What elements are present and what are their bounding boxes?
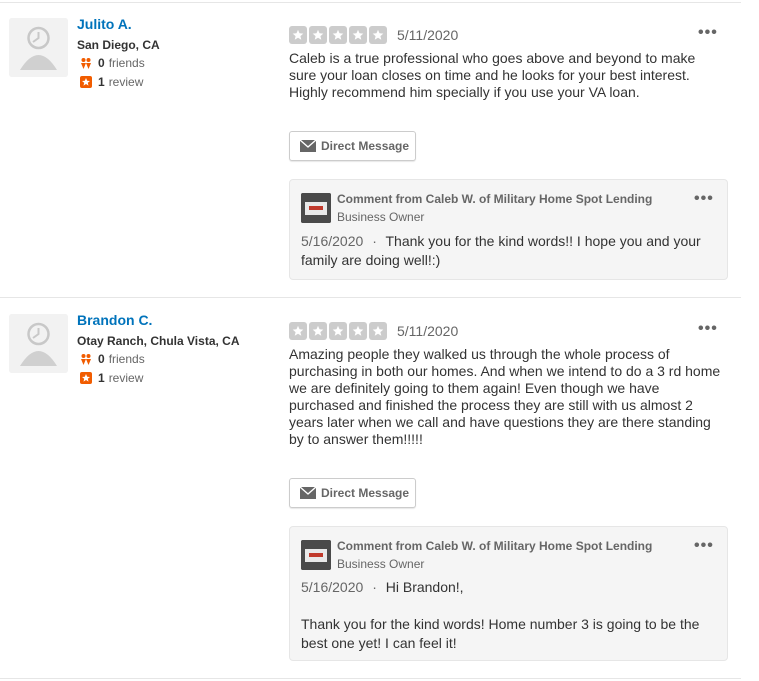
star-icon	[329, 322, 347, 340]
business-owner-avatar[interactable]	[301, 540, 331, 570]
user-name-link[interactable]: Julito A.	[77, 16, 132, 32]
review-star-icon	[79, 371, 93, 385]
mail-icon	[300, 487, 316, 499]
friends-count: 0 friends	[79, 352, 145, 366]
user-location: San Diego, CA	[77, 38, 160, 52]
star-icon	[309, 322, 327, 340]
default-avatar-icon	[9, 314, 68, 373]
business-owner-avatar[interactable]	[301, 193, 331, 223]
review-text: Amazing people they walked us through th…	[289, 346, 721, 447]
star-rating	[289, 26, 389, 44]
friends-icon	[79, 56, 93, 70]
reviews-count: 1 review	[79, 75, 143, 89]
comment-body-paragraph: Thank you for the kind words! Home numbe…	[301, 616, 700, 651]
review-text: Caleb is a true professional who goes ab…	[289, 50, 696, 100]
user-avatar[interactable]	[9, 18, 68, 77]
star-icon	[309, 26, 327, 44]
user-name-link[interactable]: Brandon C.	[77, 312, 152, 328]
friends-icon	[79, 352, 93, 366]
comment-title: Comment from Caleb W. of Military Home S…	[337, 539, 653, 553]
default-avatar-icon	[9, 18, 68, 77]
divider	[0, 2, 741, 3]
star-icon	[289, 322, 307, 340]
friends-count: 0 friends	[79, 56, 145, 70]
reviews-count: 1 review	[79, 371, 143, 385]
comment-title: Comment from Caleb W. of Military Home S…	[337, 192, 653, 206]
comment-role: Business Owner	[337, 210, 425, 224]
review-star-icon	[79, 75, 93, 89]
divider	[0, 297, 741, 298]
owner-comment: Comment from Caleb W. of Military Home S…	[289, 179, 728, 280]
comment-body: 5/16/2020 · Thank you for the kind words…	[301, 233, 701, 268]
owner-comment: Comment from Caleb W. of Military Home S…	[289, 526, 728, 661]
review-date: 5/11/2020	[397, 27, 459, 43]
divider	[0, 678, 741, 679]
comment-role: Business Owner	[337, 557, 425, 571]
star-icon	[349, 322, 367, 340]
comment-body: 5/16/2020 · Hi Brandon!,	[301, 579, 464, 595]
star-icon	[329, 26, 347, 44]
comment-more-options-icon[interactable]: •••	[694, 537, 714, 555]
mail-icon	[300, 140, 316, 152]
direct-message-button[interactable]: Direct Message	[289, 478, 416, 508]
user-avatar[interactable]	[9, 314, 68, 373]
star-icon	[349, 26, 367, 44]
direct-message-button[interactable]: Direct Message	[289, 131, 416, 161]
review-more-options-icon[interactable]: •••	[698, 320, 718, 338]
star-icon	[369, 322, 387, 340]
user-location: Otay Ranch, Chula Vista, CA	[77, 334, 240, 348]
star-icon	[369, 26, 387, 44]
review-more-options-icon[interactable]: •••	[698, 24, 718, 42]
comment-more-options-icon[interactable]: •••	[694, 190, 714, 208]
star-icon	[289, 26, 307, 44]
star-rating	[289, 322, 389, 340]
review-date: 5/11/2020	[397, 323, 459, 339]
